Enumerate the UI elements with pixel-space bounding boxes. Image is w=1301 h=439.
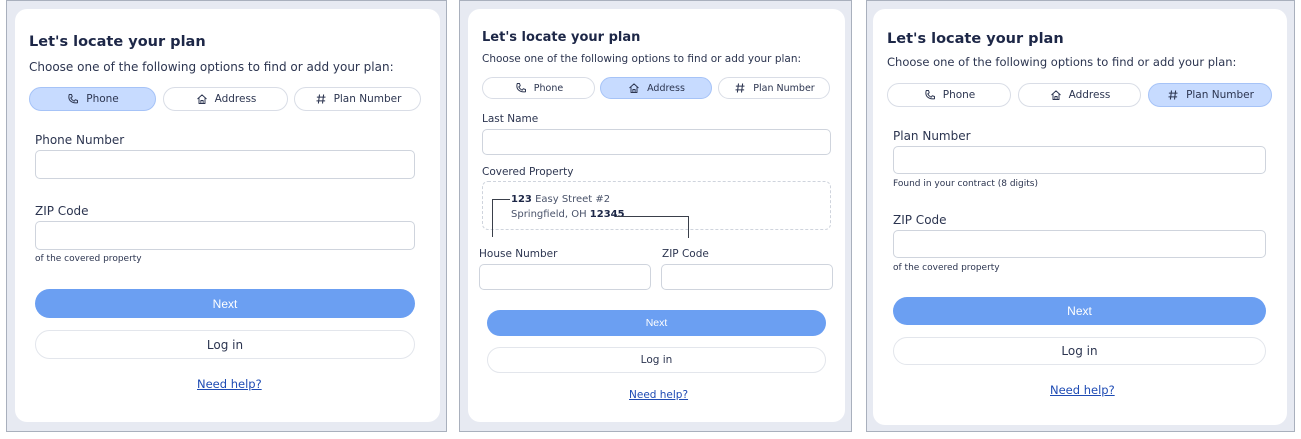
tab-address-label: Address bbox=[647, 82, 685, 94]
page-title: Let's locate your plan bbox=[887, 31, 1064, 47]
tab-phone[interactable]: Phone bbox=[482, 77, 595, 99]
zip-code-input[interactable] bbox=[661, 264, 833, 290]
zip-code-input[interactable] bbox=[893, 230, 1266, 258]
tab-plan-number-label: Plan Number bbox=[1186, 89, 1254, 101]
page-title: Let's locate your plan bbox=[482, 30, 641, 45]
panel-address-card: Let's locate your plan Choose one of the… bbox=[468, 9, 845, 422]
tab-phone[interactable]: Phone bbox=[29, 87, 156, 111]
tab-phone-label: Phone bbox=[86, 93, 119, 105]
panel-plan-number-card: Let's locate your plan Choose one of the… bbox=[873, 9, 1287, 425]
phone-number-input[interactable] bbox=[35, 150, 415, 179]
phone-number-label: Phone Number bbox=[35, 133, 125, 147]
next-button[interactable]: Next bbox=[35, 289, 415, 318]
zip-code-connector bbox=[616, 216, 689, 238]
home-icon bbox=[195, 92, 209, 106]
plan-number-label: Plan Number bbox=[893, 129, 971, 143]
page-subtitle: Choose one of the following options to f… bbox=[29, 60, 394, 74]
zip-code-hint: of the covered property bbox=[893, 263, 1000, 273]
need-help-link[interactable]: Need help? bbox=[629, 389, 688, 401]
zip-code-label: ZIP Code bbox=[662, 248, 709, 260]
phone-icon bbox=[923, 88, 937, 102]
tab-phone-label: Phone bbox=[533, 82, 564, 94]
home-icon bbox=[1049, 88, 1063, 102]
login-button[interactable]: Log in bbox=[487, 347, 826, 373]
house-number-label: House Number bbox=[479, 248, 558, 260]
tab-plan-number[interactable]: Plan Number bbox=[294, 87, 421, 111]
tab-address-label: Address bbox=[214, 93, 257, 105]
last-name-label: Last Name bbox=[482, 113, 539, 125]
plan-number-hint: Found in your contract (8 digits) bbox=[893, 179, 1039, 189]
login-button[interactable]: Log in bbox=[35, 330, 415, 359]
address-line-1: 123 Easy Street #2 bbox=[511, 194, 610, 205]
tab-plan-number[interactable]: Plan Number bbox=[718, 77, 830, 99]
tab-address[interactable]: Address bbox=[600, 77, 712, 99]
tab-plan-number-label: Plan Number bbox=[333, 93, 402, 105]
last-name-input[interactable] bbox=[482, 129, 831, 155]
page-title: Let's locate your plan bbox=[29, 34, 206, 50]
zip-code-label: ZIP Code bbox=[35, 204, 89, 218]
panel-address-frame: Let's locate your plan Choose one of the… bbox=[459, 0, 852, 432]
next-button[interactable]: Next bbox=[893, 297, 1266, 325]
house-number-input[interactable] bbox=[479, 264, 651, 290]
phone-icon bbox=[514, 81, 528, 95]
zip-code-label: ZIP Code bbox=[893, 213, 947, 227]
zip-code-hint: of the covered property bbox=[35, 254, 142, 264]
page-subtitle: Choose one of the following options to f… bbox=[887, 55, 1237, 69]
login-button[interactable]: Log in bbox=[893, 337, 1266, 365]
tab-address-label: Address bbox=[1068, 89, 1111, 101]
plan-number-input[interactable] bbox=[893, 146, 1266, 174]
tab-address[interactable]: Address bbox=[1018, 83, 1141, 107]
house-number-connector bbox=[492, 199, 510, 237]
tab-plan-number[interactable]: Plan Number bbox=[1148, 83, 1272, 107]
panel-phone-card: Let's locate your plan Choose one of the… bbox=[15, 9, 440, 422]
need-help-link[interactable]: Need help? bbox=[1050, 383, 1115, 397]
panel-plan-number-frame: Let's locate your plan Choose one of the… bbox=[866, 0, 1295, 432]
hash-icon bbox=[314, 92, 328, 106]
tab-phone[interactable]: Phone bbox=[887, 83, 1011, 107]
tab-address[interactable]: Address bbox=[163, 87, 288, 111]
next-button[interactable]: Next bbox=[487, 310, 826, 336]
address-house-number: 123 bbox=[511, 194, 532, 205]
hash-icon bbox=[733, 81, 747, 95]
panel-phone-frame: Let's locate your plan Choose one of the… bbox=[6, 0, 447, 432]
zip-code-input[interactable] bbox=[35, 221, 415, 250]
hash-icon bbox=[1166, 88, 1180, 102]
covered-property-label: Covered Property bbox=[482, 166, 574, 178]
address-city-state: Springfield, OH bbox=[511, 209, 587, 220]
page-subtitle: Choose one of the following options to f… bbox=[482, 53, 802, 65]
address-line-2: Springfield, OH 12345 bbox=[511, 209, 625, 220]
tab-phone-label: Phone bbox=[942, 89, 976, 101]
address-street: Easy Street #2 bbox=[535, 194, 611, 205]
need-help-link[interactable]: Need help? bbox=[197, 377, 262, 391]
tab-plan-number-label: Plan Number bbox=[753, 82, 815, 94]
home-icon bbox=[627, 81, 641, 95]
phone-icon bbox=[66, 92, 80, 106]
